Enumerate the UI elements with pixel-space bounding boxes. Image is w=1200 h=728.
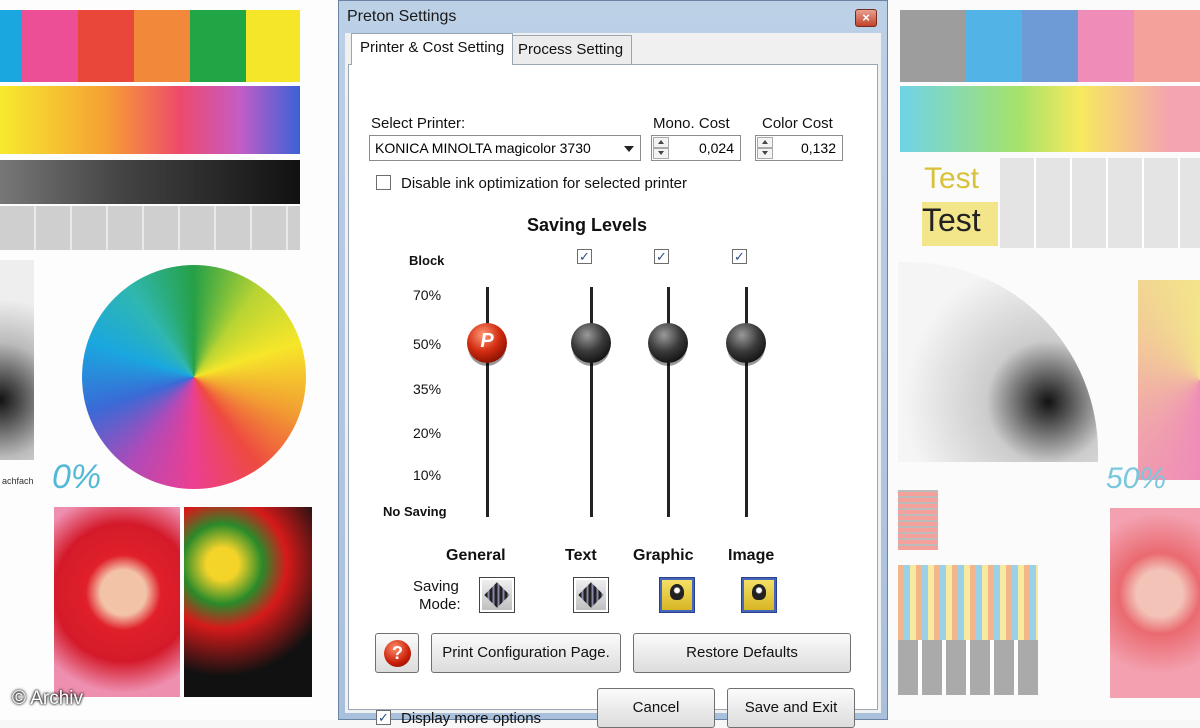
slider-knob-image[interactable] <box>726 323 766 363</box>
color-cost-value: 0,132 <box>800 140 836 156</box>
window-title: Preton Settings <box>347 8 457 25</box>
saving-mode-label-line1: Saving <box>413 578 459 595</box>
printer-select[interactable]: KONICA MINOLTA magicolor 3730 <box>369 135 641 161</box>
display-more-options-checkbox[interactable]: ✓ <box>376 710 391 725</box>
channel-label-general: General <box>446 547 506 564</box>
level-label-70: 70% <box>413 287 442 303</box>
right-test-label-1: Test <box>924 162 980 195</box>
tab-label: Printer & Cost Setting <box>360 39 505 56</box>
mono-cost-value: 0,024 <box>698 140 734 156</box>
slider-knob-graphic[interactable] <box>648 323 688 363</box>
color-cost-spinner[interactable]: 0,132 <box>755 135 843 161</box>
disable-ink-checkbox[interactable] <box>376 175 391 190</box>
tab-label: Process Setting <box>518 41 624 58</box>
saving-levels-heading: Saving Levels <box>527 215 648 235</box>
display-more-options-label: Display more options <box>401 710 542 727</box>
slider-track-image[interactable] <box>745 287 748 517</box>
spin-down-icon[interactable] <box>653 148 669 159</box>
left-zero-percent-label: 0% <box>52 458 102 496</box>
printer-select-value: KONICA MINOLTA magicolor 3730 <box>375 140 591 156</box>
saving-mode-label-line2: Mode: <box>419 596 461 613</box>
tab-printer-cost-setting[interactable]: Printer & Cost Setting <box>351 33 514 65</box>
photo-fruit-glass <box>184 507 312 697</box>
saving-mode-text-toner-icon[interactable] <box>573 577 609 613</box>
background-test-print-left: 0% achfach <box>0 0 338 720</box>
photo-woman-red-hat <box>54 507 180 697</box>
slider-track-graphic[interactable] <box>667 287 670 517</box>
slider-knob-text[interactable] <box>571 323 611 363</box>
preton-settings-dialog: Preton Settings × Printer & Cost Setting… <box>338 0 888 728</box>
saving-mode-image-bulb-icon[interactable] <box>741 577 777 613</box>
block-checkbox-image[interactable]: ✓ <box>732 249 747 264</box>
select-printer-label: Select Printer: <box>371 115 466 132</box>
channel-label-graphic: Graphic <box>633 547 694 564</box>
save-and-exit-button[interactable]: Save and Exit <box>727 688 855 728</box>
saving-mode-graphic-bulb-icon[interactable] <box>659 577 695 613</box>
printer-cost-panel: Select Printer: KONICA MINOLTA magicolor… <box>348 64 878 728</box>
cancel-button[interactable]: Cancel <box>597 688 715 728</box>
level-label-35: 35% <box>413 381 442 397</box>
mono-cost-spinner[interactable]: 0,024 <box>651 135 741 161</box>
restore-defaults-button[interactable]: Restore Defaults <box>633 633 851 673</box>
slider-knob-general[interactable]: P <box>467 323 507 363</box>
spin-up-icon[interactable] <box>653 137 669 148</box>
level-label-20: 20% <box>413 425 442 441</box>
block-label: Block <box>409 253 445 268</box>
level-label-50: 50% <box>413 336 442 352</box>
channel-label-text: Text <box>565 547 597 564</box>
mono-cost-label: Mono. Cost <box>653 115 730 132</box>
slider-track-text[interactable] <box>590 287 593 517</box>
block-checkbox-text[interactable]: ✓ <box>577 249 592 264</box>
slider-track-general[interactable] <box>486 287 489 517</box>
right-test-label-2: Test <box>922 202 998 246</box>
spin-up-icon[interactable] <box>757 137 773 148</box>
close-icon: × <box>862 10 870 25</box>
saving-mode-general-toner-icon[interactable] <box>479 577 515 613</box>
print-configuration-button[interactable]: Print Configuration Page. <box>431 633 621 673</box>
color-cost-label: Color Cost <box>762 115 833 132</box>
preton-logo-icon: P <box>480 330 494 352</box>
dialog-client-area: Printer & Cost Setting Process Setting S… <box>345 33 881 728</box>
chevron-down-icon <box>624 146 634 152</box>
left-caption: achfach <box>2 476 34 486</box>
level-label-10: 10% <box>413 467 442 483</box>
copyright-label: © Archiv <box>12 688 84 709</box>
spin-down-icon[interactable] <box>757 148 773 159</box>
close-button[interactable]: × <box>855 9 877 27</box>
help-button[interactable]: ? <box>375 633 419 673</box>
level-label-no-saving: No Saving <box>383 504 447 519</box>
tab-process-setting[interactable]: Process Setting <box>509 35 633 65</box>
block-checkbox-graphic[interactable]: ✓ <box>654 249 669 264</box>
right-fifty-percent-label: 50% <box>1106 462 1167 495</box>
background-test-print-right: Test Test 50% <box>888 0 1200 720</box>
channel-label-image: Image <box>728 547 775 564</box>
disable-ink-label: Disable ink optimization for selected pr… <box>401 175 687 192</box>
help-icon: ? <box>384 640 411 667</box>
